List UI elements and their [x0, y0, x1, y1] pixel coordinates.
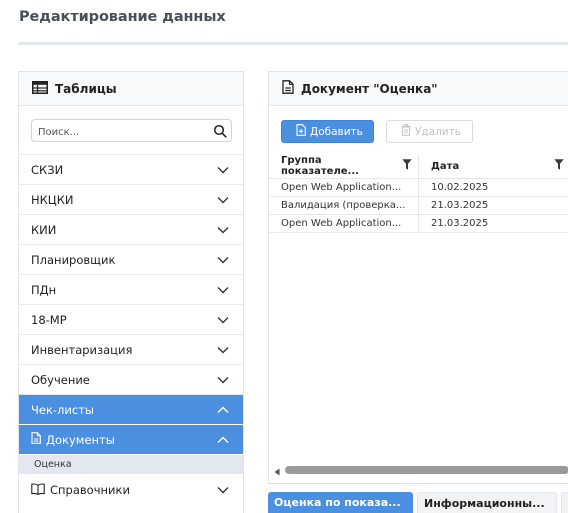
- sidebar-item-label: Справочники: [50, 483, 130, 497]
- tab-third[interactable]: С: [561, 492, 568, 513]
- scrollbar-thumb[interactable]: [285, 466, 568, 474]
- table-cell: 21.03.2025: [431, 200, 489, 211]
- sidebar-item-reference[interactable]: Справочники: [19, 475, 243, 505]
- column-header-date[interactable]: Дата: [419, 154, 568, 178]
- search-icon[interactable]: [213, 123, 227, 142]
- sidebar-item-label: СКЗИ: [31, 162, 64, 177]
- table-cell: Open Web Application...: [269, 215, 419, 232]
- tables-sidebar: Таблицы СКЗИ НКЦКИ КИИ Планировщик ПДн 1…: [18, 71, 244, 513]
- sidebar-item-scheduler[interactable]: Планировщик: [19, 245, 243, 275]
- title-divider: [18, 42, 568, 45]
- search-area: [19, 106, 243, 155]
- sidebar-subitem-assessment[interactable]: Оценка: [19, 455, 243, 475]
- sidebar-item-label: Планировщик: [31, 252, 116, 267]
- sidebar-item-label: Чек-листы: [31, 402, 94, 417]
- sidebar-item-kii[interactable]: КИИ: [19, 215, 243, 245]
- chevron-down-icon: [217, 223, 229, 237]
- grid-header: Группа показателе... Дата: [269, 154, 568, 179]
- filter-icon[interactable]: [554, 159, 564, 173]
- sidebar-title: Таблицы: [55, 81, 117, 96]
- add-button-label: Добавить: [310, 125, 363, 138]
- sidebar-header: Таблицы: [19, 72, 243, 106]
- column-header-label: Группа показателе...: [281, 155, 359, 177]
- chevron-down-icon: [217, 193, 229, 207]
- chevron-down-icon: [217, 313, 229, 327]
- trash-icon: [401, 124, 411, 139]
- document-icon: [31, 432, 41, 447]
- search-box: [31, 119, 232, 143]
- sidebar-item-nkcki[interactable]: НКЦКИ: [19, 185, 243, 215]
- sidebar-item-label: ПДн: [31, 282, 57, 297]
- sidebar-item-checklists[interactable]: Чек-листы: [19, 395, 243, 425]
- sidebar-item-training[interactable]: Обучение: [19, 365, 243, 395]
- sidebar-item-18mr[interactable]: 18-МР: [19, 305, 243, 335]
- delete-button-label: Удалить: [415, 125, 461, 138]
- sidebar-item-label: КИИ: [31, 222, 57, 237]
- horizontal-scrollbar[interactable]: [269, 463, 568, 477]
- bottom-tabs: Оценка по показа... Информационны... С: [268, 492, 568, 513]
- sidebar-item-label: НКЦКИ: [31, 192, 74, 207]
- data-grid: Группа показателе... Дата Open Web Appli…: [269, 154, 568, 233]
- sidebar-item-documents[interactable]: Документы: [19, 425, 243, 455]
- sidebar-item-label: Инвентаризация: [31, 342, 133, 357]
- filter-icon[interactable]: [402, 159, 412, 173]
- sidebar-item-inventory[interactable]: Инвентаризация: [19, 335, 243, 365]
- add-file-icon: [296, 124, 306, 139]
- chevron-down-icon: [217, 283, 229, 297]
- table-icon: [32, 79, 48, 98]
- document-panel: Документ "Оценка" Добавить Удалить Групп…: [268, 71, 568, 484]
- table-row[interactable]: Open Web Application... 10.02.2025: [269, 179, 568, 197]
- document-toolbar: Добавить Удалить: [269, 106, 568, 149]
- chevron-down-icon: [217, 163, 229, 177]
- table-cell: Open Web Application...: [269, 179, 419, 196]
- table-cell: 21.03.2025: [431, 218, 489, 229]
- sidebar-item-pdn[interactable]: ПДн: [19, 275, 243, 305]
- document-title: Документ "Оценка": [301, 81, 438, 96]
- tab-assessment-by-indicators[interactable]: Оценка по показа...: [268, 492, 413, 513]
- search-input[interactable]: [32, 122, 231, 143]
- sidebar-item-label: Документы: [46, 432, 115, 447]
- book-icon: [31, 482, 45, 498]
- sidebar-item-skzi[interactable]: СКЗИ: [19, 155, 243, 185]
- page-title: Редактирование данных: [19, 9, 226, 25]
- document-header: Документ "Оценка": [269, 72, 568, 106]
- delete-button[interactable]: Удалить: [386, 120, 473, 143]
- scroll-left-icon[interactable]: [274, 461, 280, 480]
- chevron-up-icon: [217, 433, 229, 447]
- column-header-label: Дата: [431, 160, 460, 172]
- chevron-down-icon: [217, 483, 229, 497]
- sidebar-item-label: 18-МР: [31, 312, 67, 327]
- tab-information[interactable]: Информационны...: [417, 492, 557, 513]
- chevron-down-icon: [217, 373, 229, 387]
- chevron-down-icon: [217, 253, 229, 267]
- chevron-down-icon: [217, 343, 229, 357]
- chevron-up-icon: [217, 403, 229, 417]
- sidebar-item-label: Обучение: [31, 372, 90, 387]
- table-cell: 10.02.2025: [431, 182, 489, 193]
- table-row[interactable]: Open Web Application... 21.03.2025: [269, 215, 568, 233]
- table-cell: Валидация (проверка...: [269, 197, 419, 214]
- document-icon: [282, 79, 294, 98]
- column-header-group[interactable]: Группа показателе...: [269, 154, 419, 178]
- add-button[interactable]: Добавить: [281, 120, 374, 143]
- table-row[interactable]: Валидация (проверка... 21.03.2025: [269, 197, 568, 215]
